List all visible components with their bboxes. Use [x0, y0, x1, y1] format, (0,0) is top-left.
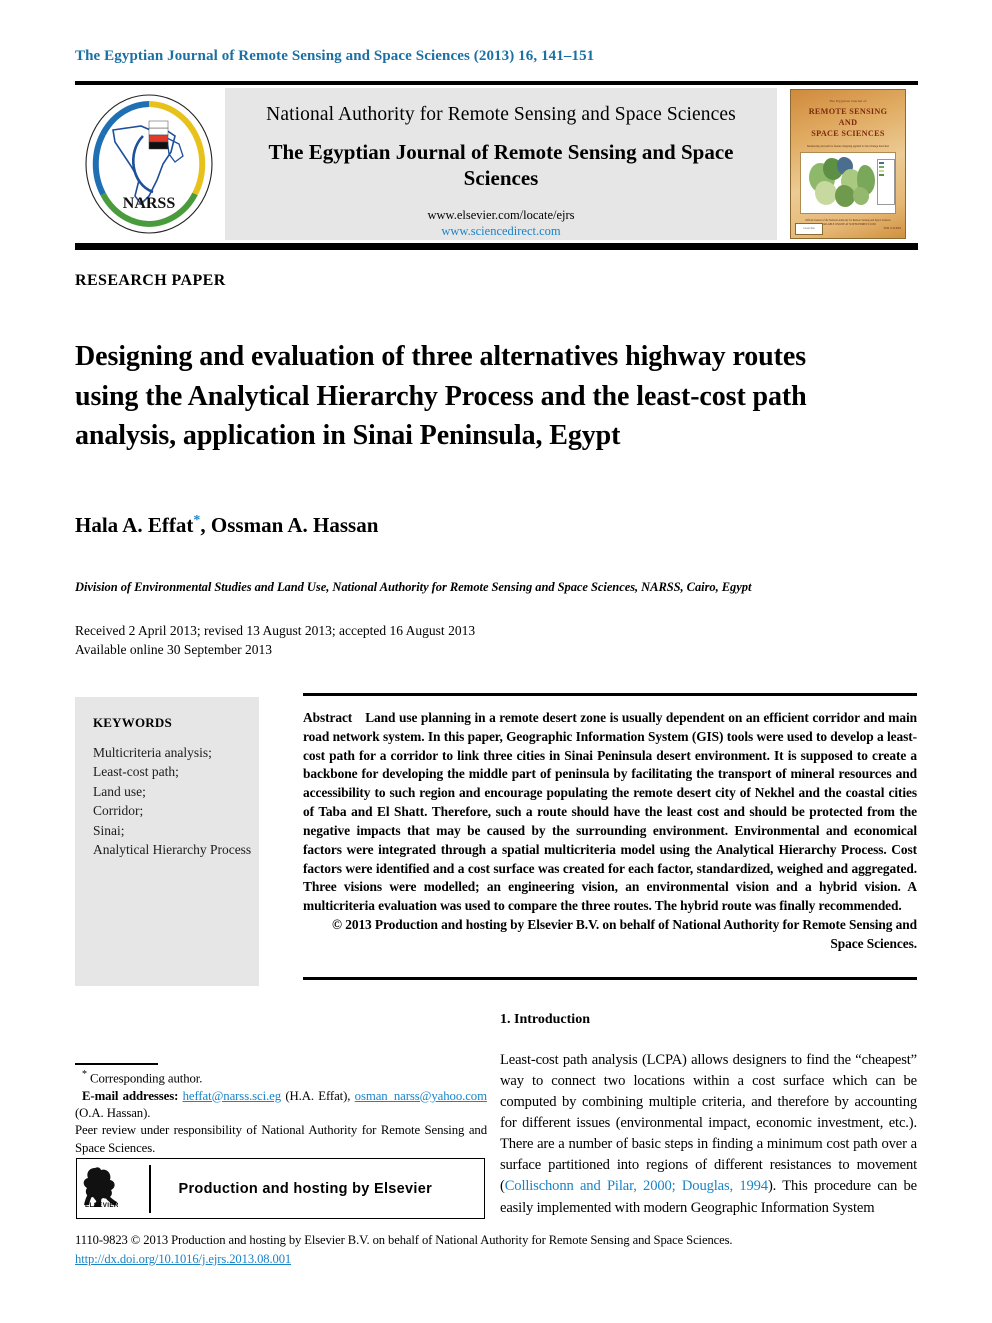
email-link-hassan[interactable]: osman_narss@yahoo.com — [355, 1089, 487, 1103]
elsevier-tree-icon — [83, 1167, 117, 1207]
publisher-name: National Authority for Remote Sensing an… — [266, 104, 736, 125]
journal-cover-cell: The Egyptian Journal of REMOTE SENSING A… — [783, 88, 918, 240]
keyword-item: Corridor; — [93, 803, 144, 819]
footnote-rule — [75, 1063, 158, 1065]
abstract-rule-bottom — [303, 977, 917, 980]
cover-bottom-bar: ELSEVIER ISSN 1110-9823 — [795, 223, 901, 235]
abstract-label: Abstract — [303, 710, 353, 725]
author-secondary: , Ossman A. Hassan — [200, 513, 379, 537]
doi-link[interactable]: http://dx.doi.org/10.1016/j.ejrs.2013.08… — [75, 1250, 935, 1269]
elsevier-production-label: Production and hosting by Elsevier — [178, 1180, 433, 1197]
footnote-star-marker: * — [82, 1069, 87, 1080]
cover-top-line: The Egyptian Journal of — [829, 99, 867, 103]
elsevier-tree-logo-cell: ELSEVIER — [77, 1159, 149, 1218]
author-affiliation: Division of Environmental Studies and La… — [75, 580, 752, 594]
masthead-rule-bottom — [75, 243, 918, 250]
keywords-list: Multicriteria analysis; Least-cost path;… — [75, 743, 259, 860]
footnote-corresponding-text: Corresponding author. — [90, 1071, 203, 1086]
cover-title: REMOTE SENSING AND SPACE SCIENCES — [791, 106, 905, 139]
footnote-corresponding: * Corresponding author. — [75, 1068, 487, 1088]
cover-title-line1: REMOTE SENSING — [808, 107, 888, 116]
cover-issn: ISSN 1110-9823 — [883, 227, 901, 231]
journal-title: The Egyptian Journal of Remote Sensing a… — [268, 140, 734, 191]
elsevier-wordmark: ELSEVIER — [85, 1202, 119, 1209]
journal-cover-thumbnail[interactable]: The Egyptian Journal of REMOTE SENSING A… — [790, 89, 906, 239]
footnote-block: * Corresponding author. E-mail addresses… — [75, 1068, 487, 1157]
cover-map-image — [800, 152, 896, 215]
article-history: Received 2 April 2013; revised 13 August… — [75, 621, 675, 659]
running-head: The Egyptian Journal of Remote Sensing a… — [75, 48, 595, 64]
journal-homepage-url[interactable]: www.elsevier.com/locate/ejrs — [225, 208, 777, 223]
journal-masthead: NARSS National Authority for Remote Sens… — [75, 88, 918, 240]
abstract-rule-top — [303, 693, 917, 696]
narss-logo-icon: NARSS — [85, 94, 213, 234]
article-history-received: Received 2 April 2013; revised 13 August… — [75, 623, 476, 638]
masthead-rule-top — [75, 81, 918, 85]
keyword-item: Sinai; — [93, 822, 125, 838]
author-list: Hala A. Effat*, Ossman A. Hassan — [75, 513, 378, 538]
cover-elsevier-badge: ELSEVIER — [795, 223, 823, 235]
page-title: Designing and evaluation of three altern… — [75, 340, 807, 452]
introduction-paragraph: Least-cost path analysis (LCPA) allows d… — [500, 1050, 917, 1219]
abstract-block: Abstract Land use planning in a remote de… — [303, 709, 917, 954]
keyword-item: Land use; — [93, 783, 146, 799]
author-primary: Hala A. Effat — [75, 513, 194, 537]
cover-caption: Monitoring and surface feature mapping a… — [806, 145, 890, 149]
intro-text-part1: Least-cost path analysis (LCPA) allows d… — [500, 1052, 917, 1195]
email-owner-hassan: (O.A. Hassan). — [75, 1106, 151, 1121]
keyword-item: Multicriteria analysis; — [93, 745, 212, 760]
section-heading-introduction: 1. Introduction — [500, 1012, 590, 1027]
footnote-email-label: E-mail addresses: — [82, 1088, 179, 1103]
keyword-item: Analytical Hierarchy Process — [93, 842, 252, 858]
abstract-copyright: © 2013 Production and hosting by Elsevie… — [332, 917, 917, 951]
footnote-peer-review: Peer review under responsibility of Nati… — [75, 1123, 487, 1155]
narss-logo-text: NARSS — [123, 195, 176, 212]
inline-citation[interactable]: Collischonn and Pilar, 2000; Douglas, 19… — [505, 1178, 768, 1194]
cover-title-line2: AND — [838, 118, 858, 128]
cover-title-line3: SPACE SCIENCES — [811, 129, 885, 139]
page-footer: 1110-9823 © 2013 Production and hosting … — [75, 1231, 935, 1269]
article-history-online: Available online 30 September 2013 — [75, 642, 272, 658]
masthead-center: National Authority for Remote Sensing an… — [225, 88, 777, 240]
email-owner-effat: (H.A. Effat), — [285, 1088, 351, 1103]
footer-copyright: 1110-9823 © 2013 Production and hosting … — [75, 1233, 733, 1247]
paper-page: The Egyptian Journal of Remote Sensing a… — [0, 0, 992, 1323]
footnote-emails: E-mail addresses: heffat@narss.sci.eg (H… — [75, 1088, 487, 1123]
sciencedirect-url[interactable]: www.sciencedirect.com — [225, 224, 777, 239]
narss-logo-cell: NARSS — [75, 88, 223, 240]
email-link-effat[interactable]: heffat@narss.sci.eg — [183, 1089, 282, 1103]
elsevier-production-box[interactable]: ELSEVIER Production and hosting by Elsev… — [76, 1158, 485, 1219]
article-type-label: RESEARCH PAPER — [75, 272, 226, 289]
keywords-heading: KEYWORDS — [93, 715, 172, 730]
abstract-text: Land use planning in a remote desert zon… — [303, 710, 917, 914]
keywords-panel: KEYWORDS Multicriteria analysis; Least-c… — [75, 697, 259, 986]
keyword-item: Least-cost path; — [93, 764, 179, 780]
